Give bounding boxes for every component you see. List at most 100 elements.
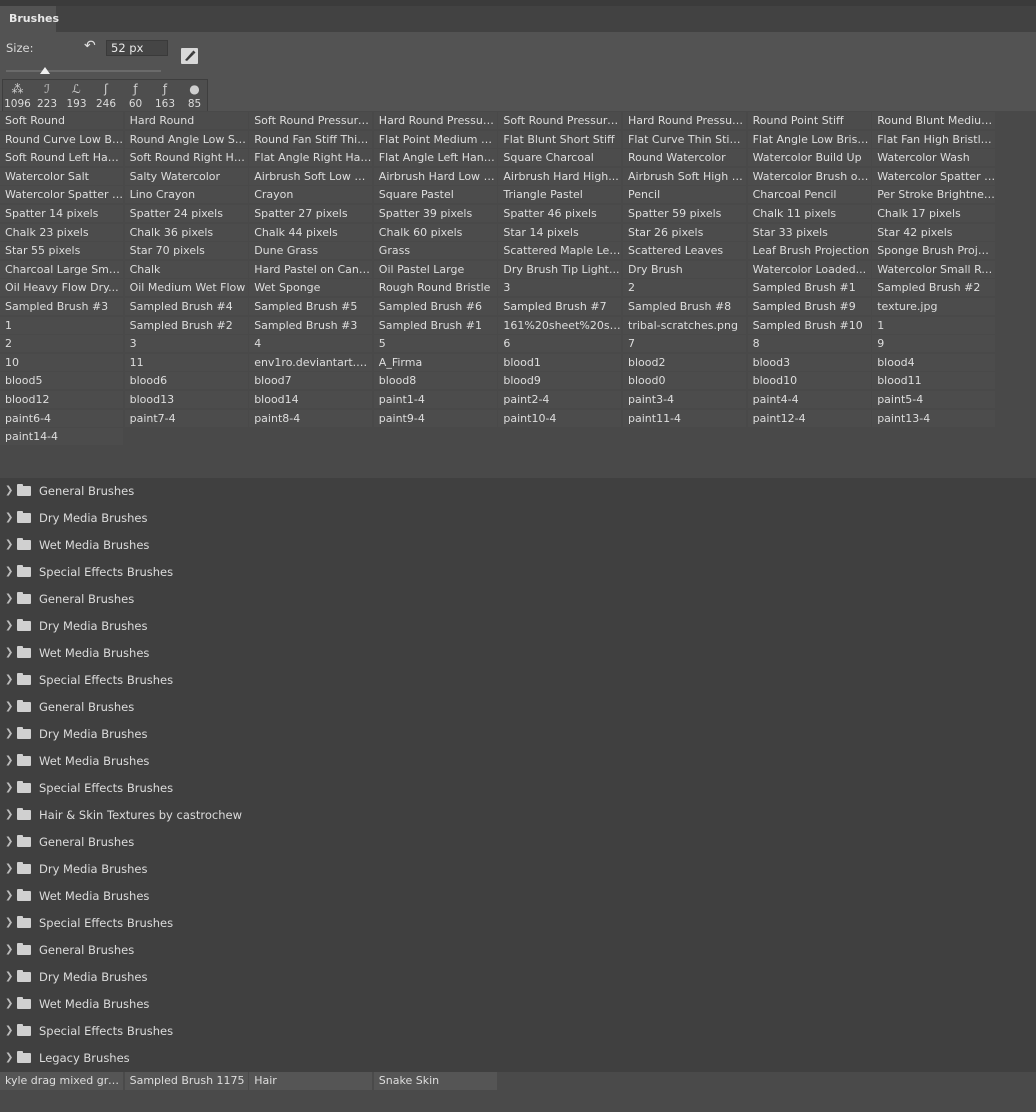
- brush-preset[interactable]: 9: [872, 335, 996, 353]
- brush-preset[interactable]: Spatter 46 pixels: [498, 205, 622, 222]
- brush-preset[interactable]: blood12: [0, 391, 123, 408]
- brush-preset[interactable]: Hair: [249, 1072, 373, 1090]
- reset-size-icon[interactable]: ↶: [84, 38, 96, 54]
- brush-preset[interactable]: Sampled Brush #1: [747, 279, 871, 297]
- chevron-right-icon[interactable]: ❯: [5, 917, 13, 928]
- chevron-right-icon[interactable]: ❯: [5, 1052, 13, 1063]
- brush-preset[interactable]: blood14: [249, 391, 373, 408]
- brush-preset[interactable]: Soft Round Left Han...: [0, 149, 123, 167]
- brush-preset[interactable]: Dune Grass: [249, 242, 373, 260]
- brush-preset[interactable]: Charcoal Pencil: [747, 186, 871, 204]
- brush-group-folder[interactable]: ❯ General Brushes: [0, 694, 1036, 721]
- brush-preset[interactable]: Crayon: [249, 186, 373, 204]
- brush-preset[interactable]: Chalk 17 pixels: [872, 205, 996, 222]
- chevron-right-icon[interactable]: ❯: [5, 620, 13, 631]
- brush-preset[interactable]: paint10-4: [498, 409, 622, 427]
- brush-group-folder[interactable]: ❯ Dry Media Brushes: [0, 964, 1036, 991]
- chevron-right-icon[interactable]: ❯: [5, 782, 13, 793]
- brush-preset[interactable]: paint12-4: [747, 409, 871, 427]
- chevron-right-icon[interactable]: ❯: [5, 593, 13, 604]
- chevron-right-icon[interactable]: ❯: [5, 809, 13, 820]
- brush-preset[interactable]: paint11-4: [623, 409, 746, 427]
- recent-brush-3[interactable]: ʃ 246: [92, 81, 121, 112]
- brush-preset[interactable]: blood13: [124, 391, 248, 408]
- brush-preset[interactable]: Round Angle Low Sti...: [124, 130, 248, 148]
- brush-preset[interactable]: Sampled Brush 1175: [124, 1072, 248, 1090]
- brush-group-folder[interactable]: ❯ Wet Media Brushes: [0, 640, 1036, 667]
- chevron-right-icon[interactable]: ❯: [5, 1025, 13, 1036]
- brush-preset[interactable]: blood5: [0, 372, 123, 390]
- recent-brush-4[interactable]: ƒ 60: [121, 81, 150, 112]
- brush-preset[interactable]: Round Point Stiff: [747, 112, 871, 129]
- brush-preset[interactable]: Flat Angle Left Hand...: [373, 149, 497, 167]
- brush-group-folder[interactable]: ❯ Dry Media Brushes: [0, 613, 1036, 640]
- brush-preset[interactable]: Star 26 pixels: [623, 223, 746, 241]
- brush-preset[interactable]: Sampled Brush #5: [249, 298, 373, 315]
- brush-preset[interactable]: 161%20sheet%20st...: [498, 316, 622, 334]
- brush-preset[interactable]: blood9: [498, 372, 622, 390]
- brush-preset[interactable]: paint1-4: [373, 391, 497, 408]
- brush-preset[interactable]: paint4-4: [747, 391, 871, 408]
- brush-preset[interactable]: Wet Sponge: [249, 279, 373, 297]
- brush-preset[interactable]: texture.jpg: [872, 298, 996, 315]
- brush-preset[interactable]: 1: [0, 316, 123, 334]
- brush-preset[interactable]: 4: [249, 335, 373, 353]
- brush-preset[interactable]: Star 14 pixels: [498, 223, 622, 241]
- chevron-right-icon[interactable]: ❯: [5, 701, 13, 712]
- brush-group-folder[interactable]: ❯ Wet Media Brushes: [0, 883, 1036, 910]
- brush-preset[interactable]: Spatter 24 pixels: [124, 205, 248, 222]
- brush-preset[interactable]: Airbrush Soft High D...: [623, 167, 746, 185]
- brush-preset[interactable]: paint14-4: [0, 428, 123, 446]
- brush-preset[interactable]: paint6-4: [0, 409, 123, 427]
- brush-preset[interactable]: Hard Round: [124, 112, 248, 129]
- brush-preset[interactable]: Flat Angle Right Han...: [249, 149, 373, 167]
- brush-preset[interactable]: Hard Round Pressur...: [373, 112, 497, 129]
- brush-preset[interactable]: Star 70 pixels: [124, 242, 248, 260]
- brush-preset[interactable]: Airbrush Hard Low D...: [373, 167, 497, 185]
- brush-group-folder[interactable]: ❯ Special Effects Brushes: [0, 559, 1036, 586]
- brush-preset[interactable]: 11: [124, 353, 248, 371]
- brush-preset[interactable]: Leaf Brush Projection: [747, 242, 871, 260]
- chevron-right-icon[interactable]: ❯: [5, 485, 13, 496]
- size-slider-track[interactable]: [6, 70, 161, 72]
- brush-preset[interactable]: Per Stroke Brightnes...: [872, 186, 996, 204]
- chevron-right-icon[interactable]: ❯: [5, 728, 13, 739]
- brush-preset[interactable]: Scattered Maple Lea...: [498, 242, 622, 260]
- brush-preset[interactable]: 3: [498, 279, 622, 297]
- brush-preset[interactable]: Chalk 23 pixels: [0, 223, 123, 241]
- brush-group-folder[interactable]: ❯ Dry Media Brushes: [0, 505, 1036, 532]
- brush-preset[interactable]: env1ro.deviantart.com: [249, 353, 373, 371]
- brush-preset[interactable]: 10: [0, 353, 123, 371]
- brush-preset[interactable]: paint8-4: [249, 409, 373, 427]
- chevron-right-icon[interactable]: ❯: [5, 755, 13, 766]
- brush-preset[interactable]: Scattered Leaves: [623, 242, 746, 260]
- brush-preset[interactable]: Sampled Brush #8: [623, 298, 746, 315]
- chevron-right-icon[interactable]: ❯: [5, 863, 13, 874]
- brush-preset[interactable]: blood11: [872, 372, 996, 390]
- brush-preset[interactable]: Watercolor Loaded...: [747, 260, 871, 278]
- chevron-right-icon[interactable]: ❯: [5, 836, 13, 847]
- size-slider-thumb[interactable]: [40, 67, 50, 74]
- brush-preset[interactable]: Spatter 39 pixels: [373, 205, 497, 222]
- brush-group-folder[interactable]: ❯ Special Effects Brushes: [0, 775, 1036, 802]
- brush-preset[interactable]: Sampled Brush #9: [747, 298, 871, 315]
- brush-group-folder[interactable]: ❯ General Brushes: [0, 937, 1036, 964]
- brush-preset[interactable]: Chalk 44 pixels: [249, 223, 373, 241]
- brush-group-folder[interactable]: ❯ General Brushes: [0, 586, 1036, 613]
- recent-brush-5[interactable]: ƒ 163: [151, 81, 180, 112]
- brush-preset[interactable]: Lino Crayon: [124, 186, 248, 204]
- brush-preset[interactable]: Oil Pastel Large: [373, 260, 497, 278]
- brush-preset[interactable]: Sampled Brush #2: [124, 316, 248, 334]
- brush-preset[interactable]: Watercolor Spatter F...: [0, 186, 123, 204]
- brush-group-folder[interactable]: ❯ Special Effects Brushes: [0, 1018, 1036, 1045]
- brush-preset[interactable]: blood4: [872, 353, 996, 371]
- brush-group-folder[interactable]: ❯ Wet Media Brushes: [0, 748, 1036, 775]
- brush-preset[interactable]: paint3-4: [623, 391, 746, 408]
- brush-preset[interactable]: 6: [498, 335, 622, 353]
- brush-preset[interactable]: Watercolor Small Ro...: [872, 260, 996, 278]
- brush-preset[interactable]: 3: [124, 335, 248, 353]
- brush-group-folder[interactable]: ❯ Dry Media Brushes: [0, 856, 1036, 883]
- brush-preset[interactable]: Airbrush Soft Low D...: [249, 167, 373, 185]
- brush-preset[interactable]: Sampled Brush #6: [373, 298, 497, 315]
- brush-preset[interactable]: Flat Fan High Bristle...: [872, 130, 996, 148]
